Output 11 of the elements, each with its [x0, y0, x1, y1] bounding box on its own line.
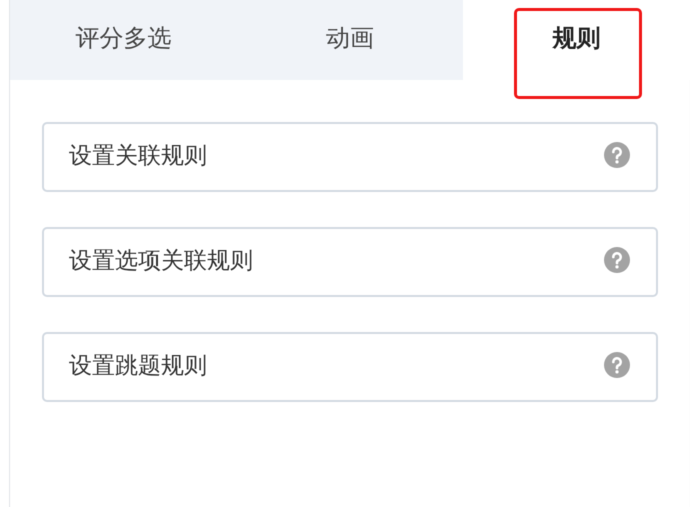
- help-icon[interactable]: [604, 142, 630, 168]
- rule-label: 设置跳题规则: [69, 352, 207, 380]
- rule-label: 设置选项关联规则: [69, 246, 253, 276]
- rule-label: 设置关联规则: [69, 142, 207, 170]
- help-icon[interactable]: [604, 352, 630, 378]
- rule-item[interactable]: 设置跳题规则: [42, 332, 658, 402]
- tab[interactable]: 动画: [236, 0, 464, 80]
- help-icon[interactable]: [604, 247, 630, 273]
- tab[interactable]: 评分多选: [10, 0, 237, 80]
- rule-item[interactable]: 设置关联规则: [42, 122, 658, 192]
- rule-item[interactable]: 设置选项关联规则: [42, 227, 658, 297]
